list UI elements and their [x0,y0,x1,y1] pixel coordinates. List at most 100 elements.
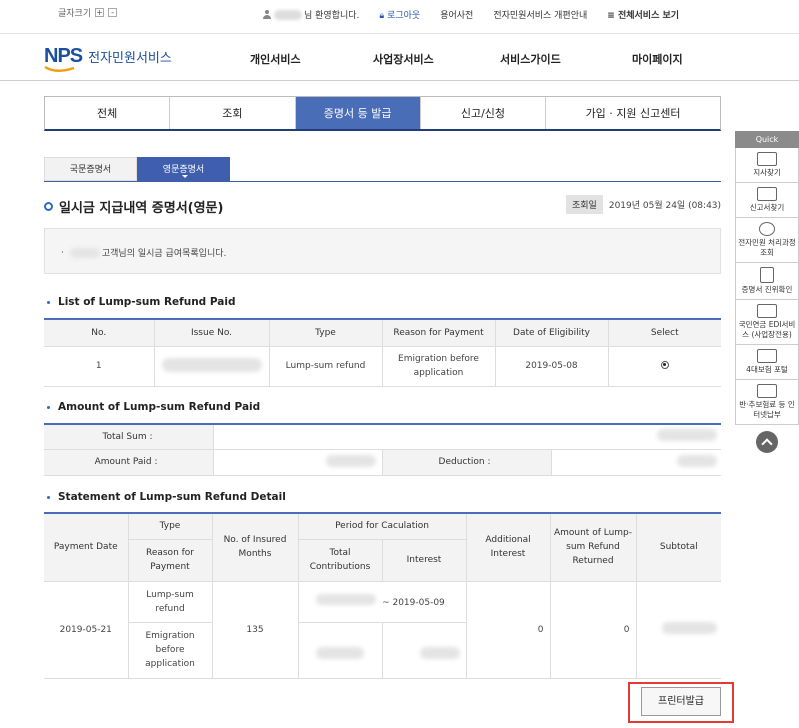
all-services-link[interactable]: ≡ 전체서비스 보기 [607,8,679,21]
col-reason: Reason for Payment [381,318,496,347]
font-increase-button[interactable]: + [95,8,105,17]
user-icon [263,10,271,19]
nav-personal[interactable]: 개인서비스 [250,51,301,67]
subtab-korean[interactable]: 국문증명서 [44,157,137,181]
quick-form-finder[interactable]: 신고서찾기 [735,183,799,218]
h-interest: Interest [381,538,466,582]
h-returned: Amount of Lump-sum Refund Returned [549,512,637,582]
quick-online-payment[interactable]: 반·추보험료 등 인터넷납부 [735,380,799,425]
h-subtotal: Subtotal [635,512,721,582]
quick-item-label: 전자민원 처리과정 조회 [738,238,796,257]
section-list-title-text: List of Lump-sum Refund Paid [58,296,236,308]
font-size-control: 글자크기 + - [58,6,118,19]
monitor-search-icon [757,187,777,201]
tab-report[interactable]: 신고/신청 [421,97,547,129]
page-title-text: 일시금 지급내역 증명서(영문) [59,201,224,216]
scroll-top-icon[interactable] [756,431,778,453]
print-button[interactable]: 프린터발급 [641,687,721,716]
col-issue-no: Issue No. [153,318,270,347]
gear-search-icon [759,222,775,236]
payment-date: 2019-05-21 [44,580,129,679]
font-size-label: 글자크기 [58,9,92,19]
section-amount-title: Amount of Lump-sum Refund Paid [47,401,260,413]
subtotal-value [635,580,721,679]
quick-insurance-portal[interactable]: 4대보험 포털 [735,345,799,380]
h-type: Type [127,512,213,540]
quick-item-label: 국민연금 EDI서비스 (사업장전용) [738,320,796,339]
title-bullet-icon [44,202,53,211]
quick-menu-header: Quick [735,131,799,148]
subtab-english[interactable]: 영문증명서 [137,157,230,181]
row-type: Lump-sum refund [268,345,383,387]
additional-interest: 0 [465,580,551,679]
logo-text: 전자민원서비스 [88,51,172,66]
tab-inquiry[interactable]: 조회 [170,97,296,129]
table-row[interactable]: 1 Lump-sum refund Emigration before appl… [44,345,721,387]
amount-table: Total Sum : Amount Paid : Deduction : [44,423,721,476]
quick-menu: Quick 지사찾기 신고서찾기 전자민원 처리과정 조회 증명서 진위확인 국… [735,131,799,453]
detail-type: Lump-sum refund [127,580,213,623]
lookup-date: 조회일 2019년 05월 24일 (08:43) [566,195,721,214]
row-no: 1 [44,345,155,387]
reform-notice-link[interactable]: 전자민원서비스 개편안내 [493,8,587,21]
redacted-username [274,9,302,20]
nav-mypage[interactable]: 마이페이지 [632,51,683,67]
category-tabs: 전체 조회 증명서 등 발급 신고/신청 가입 · 지원 신고센터 [44,96,721,131]
glossary-link[interactable]: 용어사전 [440,8,473,21]
quick-item-label: 반·추보험료 등 인터넷납부 [739,400,795,419]
col-type: Type [268,318,383,347]
logout-link[interactable]: 🔒︎ 로그아웃 [379,8,420,21]
utility-bar: 글자크기 + - 님 환영합니다. 🔒︎ 로그아웃 용어사전 전자민원서비스 개… [0,0,799,34]
row-issue-no [153,345,270,387]
map-search-icon [757,152,777,166]
card-payment-icon [757,384,777,398]
section-amount-title-text: Amount of Lump-sum Refund Paid [58,401,261,413]
col-no: No. [44,318,155,347]
section-bullet-icon [47,300,50,304]
h-insured-months: No. of Insured Months [211,512,299,582]
subtab-divider [44,181,721,182]
section-detail-title: Statement of Lump-sum Refund Detail [47,491,286,503]
col-select: Select [607,318,721,347]
h-period: Period for Caculation [297,512,467,540]
site-header: NPS 전자민원서비스 개인서비스 사업장서비스 서비스가이드 마이페이지 [0,34,799,81]
notice-box: · 고객님의 일시금 급여목록입니다. [44,228,721,274]
nps-logo[interactable]: NPS 전자민원서비스 [44,45,172,72]
redacted-name [69,247,100,258]
quick-branch-finder[interactable]: 지사찾기 [735,148,799,183]
select-radio[interactable] [660,360,669,369]
page-title: 일시금 지급내역 증명서(영문) [44,197,223,216]
nav-guide[interactable]: 서비스가이드 [500,51,561,67]
logout-label: 로그아웃 [387,11,421,21]
amount-paid-value [212,448,383,476]
row-date: 2019-05-08 [494,345,609,387]
total-contributions [297,621,383,679]
nav-business[interactable]: 사업장서비스 [373,51,434,67]
language-subtabs: 국문증명서 영문증명서 [44,157,230,181]
tab-support-center[interactable]: 가입 · 지원 신고센터 [546,97,720,129]
section-list-title: List of Lump-sum Refund Paid [47,296,235,308]
quick-item-label: 신고서찾기 [749,203,785,212]
total-sum-label: Total Sum : [44,423,214,450]
row-select [607,345,721,387]
refund-returned: 0 [549,580,637,679]
deduction-label: Deduction : [381,448,552,476]
tab-all[interactable]: 전체 [45,97,171,129]
total-sum-value [212,423,721,450]
tab-certificates[interactable]: 증명서 등 발급 [295,97,421,129]
section-bullet-icon [47,495,50,499]
section-detail-title-text: Statement of Lump-sum Refund Detail [58,491,286,503]
font-decrease-button[interactable]: - [108,8,118,17]
h-reason: Reason for Payment [128,538,213,582]
section-bullet-icon [47,405,50,409]
period-range: ~ 2019-05-09 [297,580,467,623]
period-end: ~ 2019-05-09 [382,597,445,608]
quick-process-status[interactable]: 전자민원 처리과정 조회 [735,218,799,263]
refund-list-table: No. Issue No. Type Reason for Payment Da… [44,318,721,387]
h-additional-interest: Additional Interest [465,512,551,582]
quick-edi-service[interactable]: 국민연금 EDI서비스 (사업장전용) [735,300,799,345]
welcome-text: 님 환영합니다. [263,8,359,21]
monitor-gear-icon [757,304,777,318]
detail-table: Payment Date Type No. of Insured Months … [44,512,721,679]
quick-certificate-verify[interactable]: 증명서 진위확인 [735,263,799,300]
